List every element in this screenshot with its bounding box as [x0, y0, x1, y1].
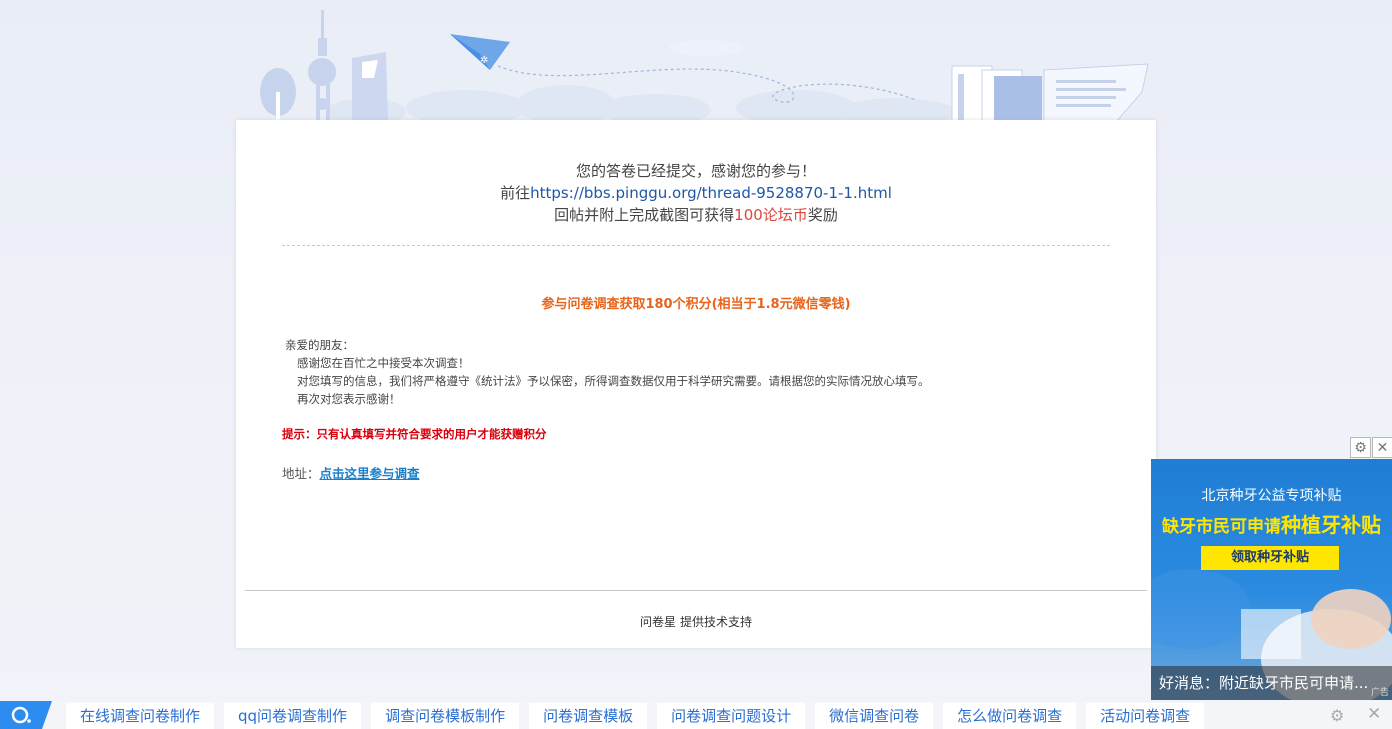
bottom-links: 在线调查问卷制作 qq问卷调查制作 调查问卷模板制作 问卷调查模板 问卷调查问题… [66, 703, 1214, 729]
ad-cta-button[interactable]: 领取种牙补贴 [1201, 546, 1339, 570]
bottom-link[interactable]: 怎么做问卷调查 [943, 703, 1077, 729]
dashed-divider [282, 245, 1110, 246]
bottom-link[interactable]: 在线调查问卷制作 [66, 703, 215, 729]
bar-settings-icon[interactable]: ⚙ [1330, 706, 1344, 725]
survey-link[interactable]: 点击这里参与调查 [320, 466, 420, 481]
letter-line: 再次对您表示感谢！ [297, 392, 401, 406]
promo-title: 参与问卷调查获取180个积分(相当于1.8元微信零钱) [541, 297, 851, 312]
bottom-link[interactable]: 问卷调查问题设计 [657, 703, 806, 729]
svg-text:✲: ✲ [480, 55, 488, 66]
ad-tools: ⚙ ✕ [1349, 437, 1392, 459]
ad-close-icon[interactable]: ✕ [1372, 437, 1392, 458]
ad-settings-icon[interactable]: ⚙ [1350, 437, 1371, 458]
forum-link-prefix: 前往 [500, 184, 531, 202]
bottom-link[interactable]: 问卷调查模板 [529, 703, 648, 729]
reward-prefix: 回帖并附上完成截图可获得 [554, 206, 735, 224]
letter-line: 感谢您在百忙之中接受本次调查！ [297, 356, 470, 370]
survey-letter: 亲爱的朋友： 感谢您在百忙之中接受本次调查！ 对您填写的信息，我们将严格遵守《统… [285, 336, 930, 408]
ad-label: 广告 [1370, 688, 1389, 698]
ad-title: 北京种牙公益专项补贴 [1201, 488, 1342, 504]
result-card: 您的答卷已经提交，感谢您的参与！ 前往https://bbs.pinggu.or… [236, 120, 1156, 648]
bottom-link[interactable]: 活动问卷调查 [1086, 703, 1205, 729]
bar-logo-icon[interactable] [0, 701, 52, 729]
tip-text: 提示：只有认真填写并符合要求的用户才能获赠积分 [282, 427, 547, 441]
footer: 问卷星 提供技术支持 [236, 613, 1156, 630]
footer-divider [245, 590, 1147, 591]
bottom-link-bar: 在线调查问卷制作 qq问卷调查制作 调查问卷模板制作 问卷调查模板 问卷调查问题… [0, 701, 1392, 729]
reward-amount: 100论坛币 [734, 206, 808, 224]
letter-greeting: 亲爱的朋友： [285, 338, 354, 352]
ad-subtitle-big: 种植牙补贴 [1281, 513, 1381, 537]
bar-close-icon[interactable]: ✕ [1367, 704, 1381, 724]
bottom-link[interactable]: qq问卷调查制作 [224, 703, 362, 729]
reward-line: 回帖并附上完成截图可获得100论坛币奖励 [236, 204, 1156, 226]
footer-brand[interactable]: 问卷星 [640, 615, 676, 629]
bottom-link[interactable]: 调查问卷模板制作 [371, 703, 520, 729]
thank-you-line: 您的答卷已经提交，感谢您的参与！ [575, 162, 816, 180]
reward-suffix: 奖励 [807, 206, 838, 224]
forum-link-line: 前往https://bbs.pinggu.org/thread-9528870-… [236, 182, 1156, 204]
header-illustration: ✲ [236, 0, 1156, 122]
ad-subtitle: 缺牙市民可申请种植牙补贴 [1151, 509, 1392, 538]
ad-banner[interactable]: 北京种牙公益专项补贴 缺牙市民可申请种植牙补贴 领取种牙补贴 好消息：附近缺牙市… [1151, 459, 1392, 700]
thank-you-message: 您的答卷已经提交，感谢您的参与！ 前往https://bbs.pinggu.or… [236, 160, 1156, 226]
letter-line: 对您填写的信息，我们将严格遵守《统计法》予以保密，所得调查数据仅用于科学研究需要… [297, 374, 930, 388]
bottom-link[interactable]: 微信调查问卷 [815, 703, 934, 729]
footer-text: 提供技术支持 [680, 615, 753, 629]
ad-caption: 好消息：附近缺牙市民可申请... [1151, 666, 1392, 700]
address-label: 地址： [282, 466, 320, 481]
address-row: 地址：点击这里参与调查 [282, 463, 420, 482]
forum-link[interactable]: https://bbs.pinggu.org/thread-9528870-1-… [530, 184, 892, 202]
ad-subtitle-prefix: 缺牙市民可申请 [1162, 517, 1281, 537]
